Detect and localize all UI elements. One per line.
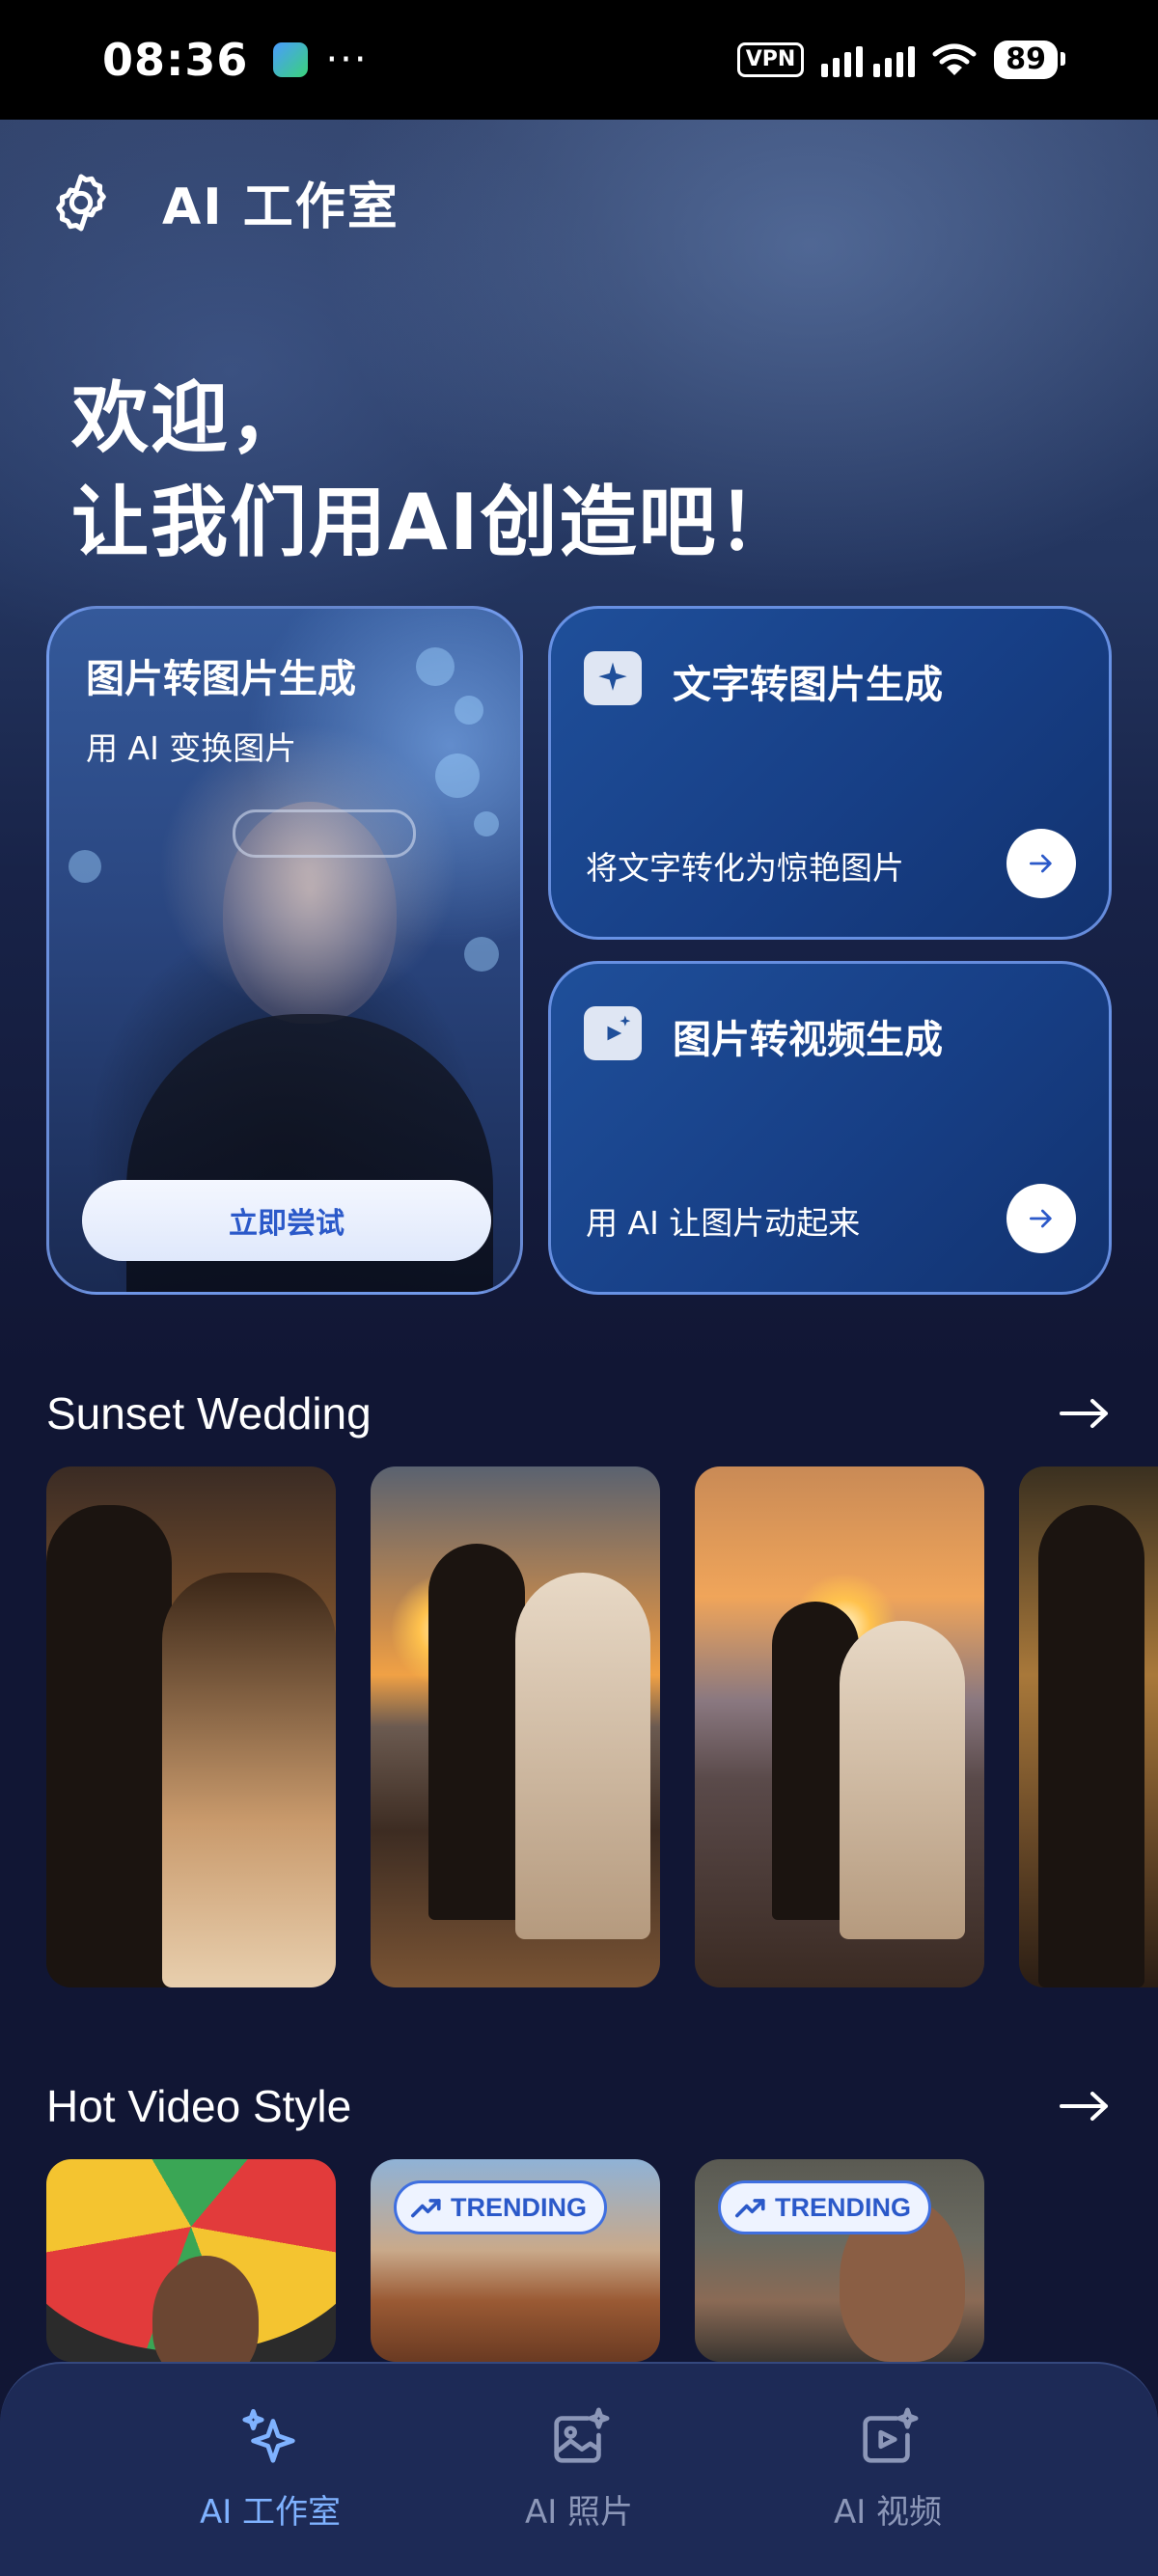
video-style-thumbnail[interactable] <box>46 2159 336 2362</box>
video-style-thumbnail[interactable]: TRENDING <box>695 2159 984 2362</box>
hot-video-style-header: Hot Video Style <box>46 2080 1112 2132</box>
bottom-nav: AI 工作室 AI 照片 AI 视频 <box>0 2362 1158 2576</box>
status-indicators: VPN 89 <box>736 41 1065 79</box>
vpn-icon: VPN <box>736 42 805 77</box>
arrow-right-button[interactable] <box>1006 829 1076 898</box>
card-title: 文字转图片生成 <box>673 663 943 707</box>
gallery-app-icon <box>273 42 309 77</box>
video-sparkle-icon <box>863 2407 919 2463</box>
card-subtitle: 用 AI 变换图片 <box>86 729 297 767</box>
welcome-line-2: 让我们用AI创造吧！ <box>71 478 797 567</box>
image-to-image-card[interactable]: 图片转图片生成 用 AI 变换图片 立即尝试 <box>46 606 523 1295</box>
nav-item-ai-video[interactable]: AI 视频 <box>772 2364 1004 2533</box>
wedding-thumbnail[interactable] <box>371 1466 660 1987</box>
sparkle-chat-icon <box>584 651 642 705</box>
sunset-wedding-header: Sunset Wedding <box>46 1387 1112 1439</box>
wedding-thumbnail[interactable] <box>46 1466 336 1987</box>
card-subtitle: 用 AI 让图片动起来 <box>586 1204 861 1242</box>
photo-sparkle-icon <box>554 2407 610 2463</box>
trending-badge: TRENDING <box>718 2180 931 2234</box>
welcome-line-1: 欢迎， <box>71 373 309 463</box>
card-title: 图片转视频生成 <box>673 1018 943 1062</box>
nav-label: AI 视频 <box>833 2493 943 2532</box>
page-title: AI 工作室 <box>162 178 400 236</box>
try-now-button[interactable]: 立即尝试 <box>82 1180 491 1261</box>
section-title: Sunset Wedding <box>46 1388 372 1439</box>
arrow-right-icon[interactable] <box>1058 2090 1112 2123</box>
status-bar: 08:36 ··· VPN 89 <box>0 0 1158 120</box>
wedding-thumbnail[interactable] <box>695 1466 984 1987</box>
arrow-right-icon <box>1030 854 1052 873</box>
video-style-thumbnail[interactable]: TRENDING <box>371 2159 660 2362</box>
section-title: Hot Video Style <box>46 2081 352 2131</box>
arrow-right-icon[interactable] <box>1058 1397 1112 1430</box>
sparkles-icon <box>242 2408 295 2463</box>
battery-indicator: 89 <box>994 41 1065 79</box>
more-notifications-icon: ··· <box>325 38 369 82</box>
trending-badge: TRENDING <box>394 2180 607 2234</box>
arrow-right-button[interactable] <box>1006 1184 1076 1253</box>
trending-up-icon <box>734 2199 765 2218</box>
arrow-right-icon <box>1030 1209 1052 1228</box>
video-sparkle-icon <box>584 1006 642 1060</box>
trending-label: TRENDING <box>451 2192 587 2222</box>
nav-label: AI 工作室 <box>199 2493 342 2532</box>
card-title: 图片转图片生成 <box>86 657 356 701</box>
card-subtitle: 将文字转化为惊艳图片 <box>586 849 904 887</box>
nav-item-ai-studio[interactable]: AI 工作室 <box>154 2364 386 2533</box>
trending-label: TRENDING <box>775 2192 911 2222</box>
wedding-thumbnail[interactable] <box>1019 1466 1158 1987</box>
trending-up-icon <box>410 2199 441 2218</box>
status-time: 08:36 <box>102 34 249 86</box>
app-header: AI 工作室 <box>48 166 400 238</box>
portrait-glasses <box>233 809 416 858</box>
welcome-heading: 欢迎， 让我们用AI创造吧！ <box>71 367 797 575</box>
nav-item-ai-photo[interactable]: AI 照片 <box>463 2364 695 2533</box>
nav-label: AI 照片 <box>524 2493 634 2532</box>
image-to-video-card[interactable]: 图片转视频生成 用 AI 让图片动起来 <box>548 961 1112 1295</box>
gear-icon[interactable] <box>48 170 114 235</box>
wifi-icon <box>932 43 977 75</box>
text-to-image-card[interactable]: 文字转图片生成 将文字转化为惊艳图片 <box>548 606 1112 940</box>
signal-icon <box>821 42 916 77</box>
